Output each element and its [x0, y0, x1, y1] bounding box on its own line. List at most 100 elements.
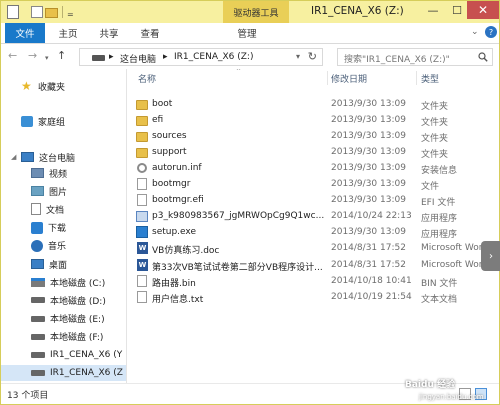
ribbon-tabs: 文件 主页 共享 查看 管理 ⌄ ? [1, 23, 499, 44]
file-date: 2013/9/30 13:09 [331, 115, 406, 126]
sidebar-item-7[interactable]: 本地磁盘 (D:) [31, 292, 106, 308]
quick-access-document-icon[interactable] [7, 5, 19, 19]
side-panel-handle[interactable]: › [481, 241, 500, 271]
folder-icon [136, 148, 148, 159]
tab-manage[interactable]: 管理 [227, 23, 267, 43]
recent-locations-dropdown[interactable]: ▾ [45, 54, 49, 62]
sidebar-item-4[interactable]: 音乐 [31, 238, 66, 254]
file-row[interactable]: support 2013/9/30 13:09 文件夹 [128, 144, 499, 160]
tab-home[interactable]: 主页 [51, 23, 85, 43]
file-type: EFI 文件 [421, 198, 456, 209]
file-date: 2013/9/30 13:09 [331, 163, 406, 174]
forward-button[interactable]: → [28, 49, 37, 62]
file-icon [137, 194, 147, 207]
quick-access-properties-icon[interactable] [31, 6, 43, 18]
file-row[interactable]: setup.exe 2013/9/30 13:09 应用程序 [128, 224, 499, 240]
expand-arrow-icon[interactable]: ◢ [11, 153, 16, 161]
sidebar-item-label: 下载 [48, 224, 67, 235]
column-divider[interactable] [327, 71, 328, 85]
file-date: 2013/9/30 13:09 [331, 147, 406, 158]
file-name: 第33次VB笔试试卷第二部分VB程序设计... [152, 262, 323, 273]
minimize-button[interactable]: — [421, 1, 445, 19]
refresh-icon[interactable]: ↻ [308, 50, 317, 63]
sidebar-item-1[interactable]: 图片 [31, 183, 67, 199]
help-icon[interactable]: ? [485, 26, 497, 38]
search-input[interactable]: 搜索"IR1_CENA_X6 (Z:)" [344, 52, 450, 65]
column-header-name[interactable]: 名称 [138, 72, 156, 85]
address-history-dropdown[interactable]: ▾ [296, 52, 300, 61]
window-title: IR1_CENA_X6 (Z:) [311, 5, 404, 17]
drive-icon [31, 370, 45, 377]
tab-file[interactable]: 文件 [5, 23, 45, 43]
file-row[interactable]: 用户信息.txt 2014/10/19 21:54 文本文档 [128, 289, 499, 305]
file-name: 路由器.bin [152, 278, 196, 289]
file-name: setup.exe [152, 227, 196, 238]
quick-access-new-folder-icon[interactable] [45, 8, 58, 18]
music-icon [31, 239, 43, 252]
file-row[interactable]: bootmgr 2013/9/30 13:09 文件 [128, 176, 499, 192]
close-button[interactable]: ✕ [467, 1, 499, 19]
file-date: 2014/10/19 21:54 [331, 291, 412, 302]
address-bar[interactable]: ▸ 这台电脑 ▸ IR1_CENA_X6 (Z:) ▾ ↻ [79, 48, 323, 66]
file-name: bootmgr [152, 179, 191, 190]
tab-share[interactable]: 共享 [92, 23, 126, 43]
file-date: 2014/10/24 22:13 [331, 211, 412, 222]
breadcrumb-this-pc[interactable]: 这台电脑 [120, 52, 156, 65]
search-box[interactable]: 搜索"IR1_CENA_X6 (Z:)" [337, 48, 493, 66]
back-button[interactable]: ← [8, 49, 17, 62]
file-name: 用户信息.txt [152, 294, 204, 305]
file-row[interactable]: efi 2013/9/30 13:09 文件夹 [128, 112, 499, 128]
watermark-url: jingyan.baidu.com [419, 393, 484, 401]
sidebar-item-this-pc[interactable]: 这台电脑 [21, 149, 75, 165]
sidebar-item-9[interactable]: 本地磁盘 (F:) [31, 329, 103, 345]
file-row[interactable]: sources 2013/9/30 13:09 文件夹 [128, 128, 499, 144]
sidebar-item-10[interactable]: IR1_CENA_X6 (Y [31, 347, 122, 363]
file-row[interactable]: W VB仿真练习.doc 2014/8/31 17:52 Microsoft Word [128, 240, 499, 256]
file-date: 2014/8/31 17:52 [331, 243, 406, 254]
file-row[interactable]: p3_k980983567_jgMRWOpCg9Q1wc... 2014/10/2… [128, 208, 499, 224]
ribbon-expand-icon[interactable]: ⌄ [471, 27, 479, 37]
search-icon[interactable] [478, 52, 488, 62]
windows-drive-icon [31, 277, 45, 287]
file-row[interactable]: boot 2013/9/30 13:09 文件夹 [128, 96, 499, 112]
file-row[interactable]: W 第33次VB笔试试卷第二部分VB程序设计... 2014/8/31 17:52 M… [128, 257, 499, 273]
column-header-date[interactable]: 修改日期 [331, 72, 367, 85]
sidebar-item-label: 本地磁盘 (C:) [50, 278, 106, 289]
file-list: ^ 名称 修改日期 类型 boot 2013/9/30 13:09 文件夹 efi 20… [128, 69, 499, 383]
sidebar-item-8[interactable]: 本地磁盘 (E:) [31, 311, 105, 327]
file-type: 文件夹 [421, 102, 449, 112]
folder-icon [136, 100, 148, 110]
sidebar-item-6[interactable]: 本地磁盘 (C:) [31, 274, 105, 290]
column-divider[interactable] [416, 71, 417, 85]
breadcrumb-drive-z[interactable]: IR1_CENA_X6 (Z:) [174, 52, 253, 62]
watermark-brand: Baidu 经验 [405, 380, 456, 390]
star-icon: ★ [21, 79, 32, 93]
column-header-type[interactable]: 类型 [421, 72, 439, 85]
sidebar-item-2[interactable]: 文档 [31, 201, 64, 217]
homegroup-icon [21, 115, 33, 127]
up-button[interactable]: ↑ [57, 49, 66, 62]
quick-access-menu-icon[interactable]: = [67, 7, 74, 21]
explorer-window: = 驱动器工具 IR1_CENA_X6 (Z:) — ☐ ✕ 文件 主页 共享 … [0, 0, 500, 405]
file-row[interactable]: autorun.inf 2013/9/30 13:09 安装信息 [128, 160, 499, 176]
maximize-button[interactable]: ☐ [445, 1, 469, 19]
folder-icon [136, 116, 148, 127]
sidebar-item-favorites[interactable]: ★ 收藏夹 [21, 78, 65, 94]
sidebar-item-5[interactable]: 桌面 [31, 256, 67, 272]
sidebar-item-label: 音乐 [48, 242, 67, 253]
sidebar-item-homegroup[interactable]: 家庭组 [21, 113, 65, 129]
file-row[interactable]: 路由器.bin 2014/10/18 10:41 BIN 文件 [128, 273, 499, 289]
file-date: 2014/10/18 10:41 [331, 275, 412, 286]
file-name: autorun.inf [152, 163, 202, 174]
pictures-icon [31, 186, 44, 197]
setup-icon [136, 226, 148, 239]
address-separator[interactable]: ▸ [109, 52, 114, 62]
sidebar-item-3[interactable]: 下载 [31, 220, 66, 236]
application-icon [136, 211, 148, 223]
address-separator[interactable]: ▸ [163, 52, 168, 62]
tab-view[interactable]: 查看 [133, 23, 167, 43]
sidebar-item-11[interactable]: IR1_CENA_X6 (Z [1, 365, 126, 382]
file-row[interactable]: bootmgr.efi 2013/9/30 13:09 EFI 文件 [128, 192, 499, 208]
sidebar-item-0[interactable]: 视频 [31, 165, 67, 181]
sidebar-item-label: IR1_CENA_X6 (Z [50, 368, 123, 379]
